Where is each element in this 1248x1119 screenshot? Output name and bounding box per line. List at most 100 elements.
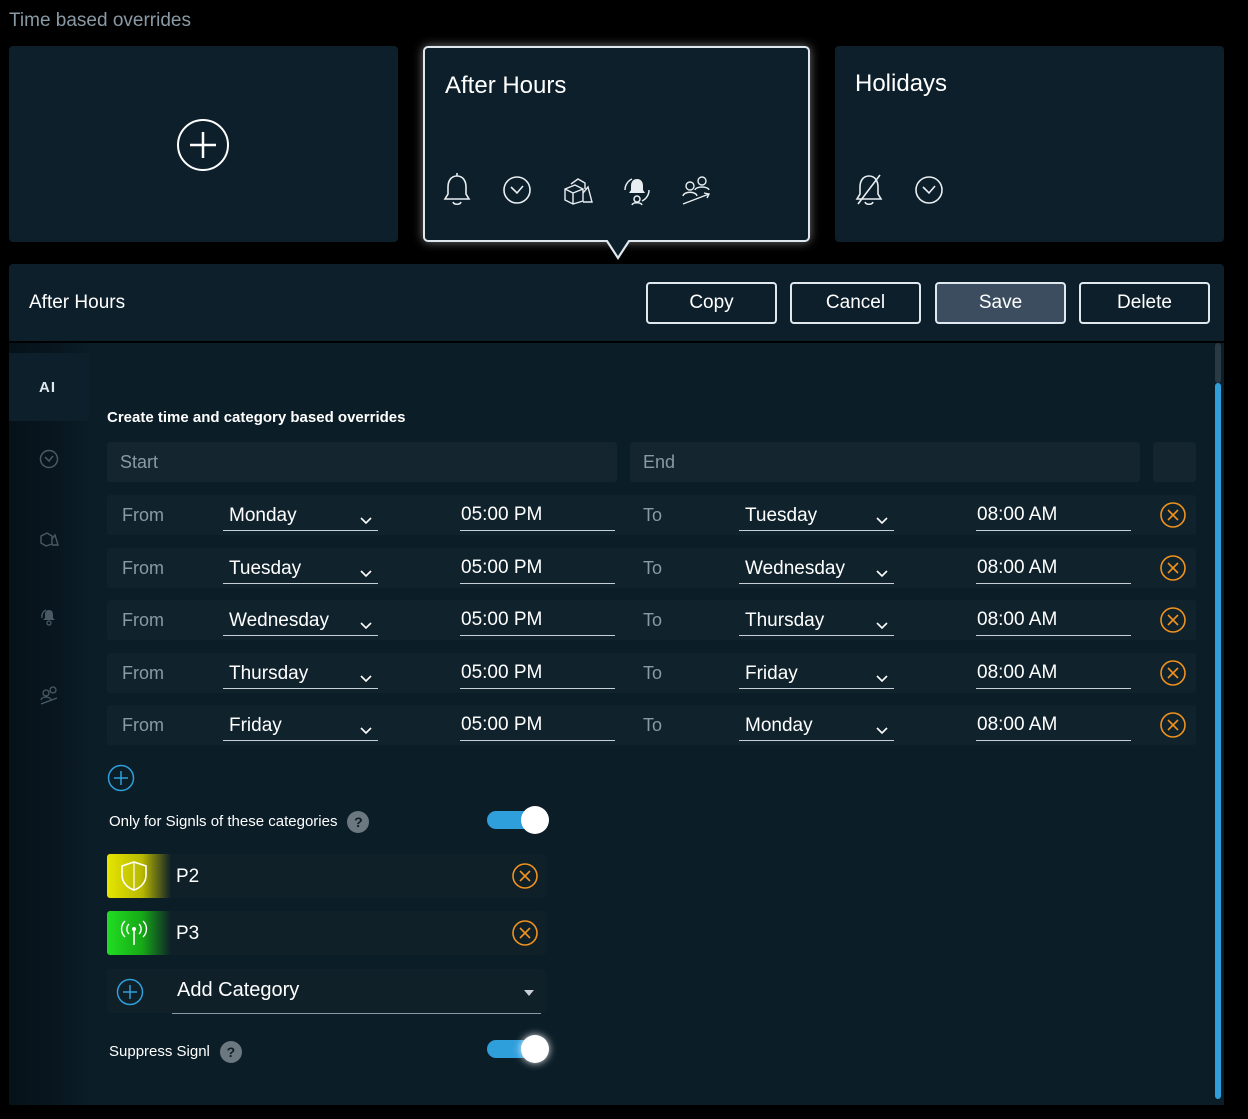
from-day-select[interactable]: Friday	[223, 711, 378, 741]
chevron-down-icon	[360, 562, 372, 584]
chevron-down-icon	[876, 509, 888, 531]
remove-row-icon[interactable]	[1160, 660, 1186, 691]
tab-ai[interactable]: AI	[9, 353, 89, 421]
start-column-header: Start	[107, 442, 617, 482]
to-time-input[interactable]: 08:00 AM	[976, 554, 1131, 584]
bell-icon	[443, 170, 502, 210]
users-icon	[39, 685, 59, 710]
to-day-select[interactable]: Wednesday	[739, 554, 894, 584]
chevron-down-icon	[360, 667, 372, 689]
suppress-toggle-row: Suppress Signl?	[109, 1041, 242, 1063]
chevron-down-icon	[360, 509, 372, 531]
help-icon[interactable]: ?	[347, 811, 370, 833]
from-time-input[interactable]: 05:00 PM	[460, 606, 615, 636]
to-day-select[interactable]: Thursday	[739, 606, 894, 636]
to-day-select[interactable]: Tuesday	[739, 501, 894, 531]
to-day-select[interactable]: Monday	[739, 711, 894, 741]
to-time-input[interactable]: 08:00 AM	[976, 659, 1131, 689]
add-category-icon[interactable]	[116, 978, 144, 1011]
from-day-select[interactable]: Thursday	[223, 659, 378, 689]
save-button[interactable]: Save	[935, 282, 1066, 324]
section-title: Time based overrides	[9, 10, 191, 31]
category-name: P2	[176, 866, 200, 887]
boxes-icon	[39, 527, 59, 552]
remove-row-icon[interactable]	[1160, 607, 1186, 638]
category-name: P3	[176, 923, 200, 944]
remove-category-icon[interactable]	[512, 863, 538, 894]
from-day-select[interactable]: Monday	[223, 501, 378, 531]
remove-row-icon[interactable]	[1160, 712, 1186, 743]
category-item: P2	[107, 854, 546, 898]
chevron-down-icon	[360, 719, 372, 741]
overrides-subtitle: Create time and category based overrides	[107, 409, 406, 426]
categories-toggle[interactable]	[487, 806, 549, 834]
override-panel: AI Create time and category based overri…	[9, 343, 1224, 1105]
override-row: From Tuesday 05:00 PM To Wednesday 08:00…	[107, 548, 1196, 588]
help-icon[interactable]: ?	[219, 1041, 242, 1063]
override-row: From Thursday 05:00 PM To Friday 08:00 A…	[107, 653, 1196, 693]
bell-cycle-icon	[620, 170, 679, 210]
tab-clock[interactable]	[9, 433, 89, 489]
to-time-input[interactable]: 08:00 AM	[976, 501, 1131, 531]
suppress-toggle[interactable]	[487, 1035, 549, 1063]
tab-users[interactable]	[9, 669, 89, 725]
add-category-label: Add Category	[177, 979, 300, 1001]
tab-boxes[interactable]	[9, 511, 89, 567]
remove-row-icon[interactable]	[1160, 555, 1186, 586]
boxes-icon	[561, 170, 620, 210]
delete-button[interactable]: Delete	[1079, 282, 1210, 324]
override-row: From Wednesday 05:00 PM To Thursday 08:0…	[107, 600, 1196, 640]
remove-category-icon[interactable]	[512, 920, 538, 951]
from-day-select[interactable]: Tuesday	[223, 554, 378, 584]
override-title: After Hours	[29, 292, 126, 313]
sidebar: AI	[9, 343, 89, 1105]
tab-bell-cycle[interactable]	[9, 591, 89, 647]
copy-button[interactable]: Copy	[646, 282, 777, 324]
from-label: From	[122, 558, 164, 578]
override-header: After Hours Copy Cancel Save Delete	[9, 264, 1224, 341]
override-row: From Friday 05:00 PM To Monday 08:00 AM	[107, 705, 1196, 745]
clock-icon	[39, 449, 59, 474]
categories-toggle-label: Only for Signls of these categories	[109, 812, 338, 830]
scroll-thumb[interactable]	[1215, 383, 1221, 1099]
shield-icon	[107, 854, 171, 898]
scrollbar[interactable]	[1214, 343, 1222, 1105]
cancel-button[interactable]: Cancel	[790, 282, 921, 324]
category-item: P3	[107, 911, 546, 955]
to-time-input[interactable]: 08:00 AM	[976, 606, 1131, 636]
users-chart-icon	[679, 170, 738, 210]
add-override-card[interactable]	[9, 46, 398, 242]
plus-circle-icon[interactable]	[177, 119, 229, 171]
bell-cycle-icon	[39, 607, 59, 632]
to-label: To	[643, 558, 663, 578]
chevron-down-icon	[876, 719, 888, 741]
from-time-input[interactable]: 05:00 PM	[460, 711, 615, 741]
from-time-input[interactable]: 05:00 PM	[460, 554, 615, 584]
to-day-select[interactable]: Friday	[739, 659, 894, 689]
to-label: To	[643, 505, 663, 525]
add-row-icon[interactable]	[107, 764, 135, 797]
to-time-input[interactable]: 08:00 AM	[976, 711, 1131, 741]
from-time-input[interactable]: 05:00 PM	[460, 501, 615, 531]
bell-off-icon	[855, 170, 914, 210]
from-day-select[interactable]: Wednesday	[223, 606, 378, 636]
add-category-select[interactable]: Add Category	[107, 969, 546, 1014]
caret-down-icon	[524, 990, 534, 996]
actions-column-header	[1153, 442, 1196, 482]
from-label: From	[122, 715, 164, 735]
remove-row-icon[interactable]	[1160, 502, 1186, 533]
after-hours-card[interactable]: After Hours	[423, 46, 810, 242]
chevron-down-icon	[360, 614, 372, 636]
broadcast-icon	[107, 911, 171, 955]
from-label: From	[122, 663, 164, 683]
card-title: After Hours	[445, 72, 567, 99]
holidays-card[interactable]: Holidays	[835, 46, 1224, 242]
clock-icon	[914, 170, 973, 210]
override-row: From Monday 05:00 PM To Tuesday 08:00 AM	[107, 495, 1196, 535]
chevron-down-icon	[876, 614, 888, 636]
to-label: To	[643, 715, 663, 735]
categories-toggle-row: Only for Signls of these categories?	[109, 811, 370, 833]
to-label: To	[643, 610, 663, 630]
ai-icon: AI	[39, 378, 56, 396]
from-time-input[interactable]: 05:00 PM	[460, 659, 615, 689]
